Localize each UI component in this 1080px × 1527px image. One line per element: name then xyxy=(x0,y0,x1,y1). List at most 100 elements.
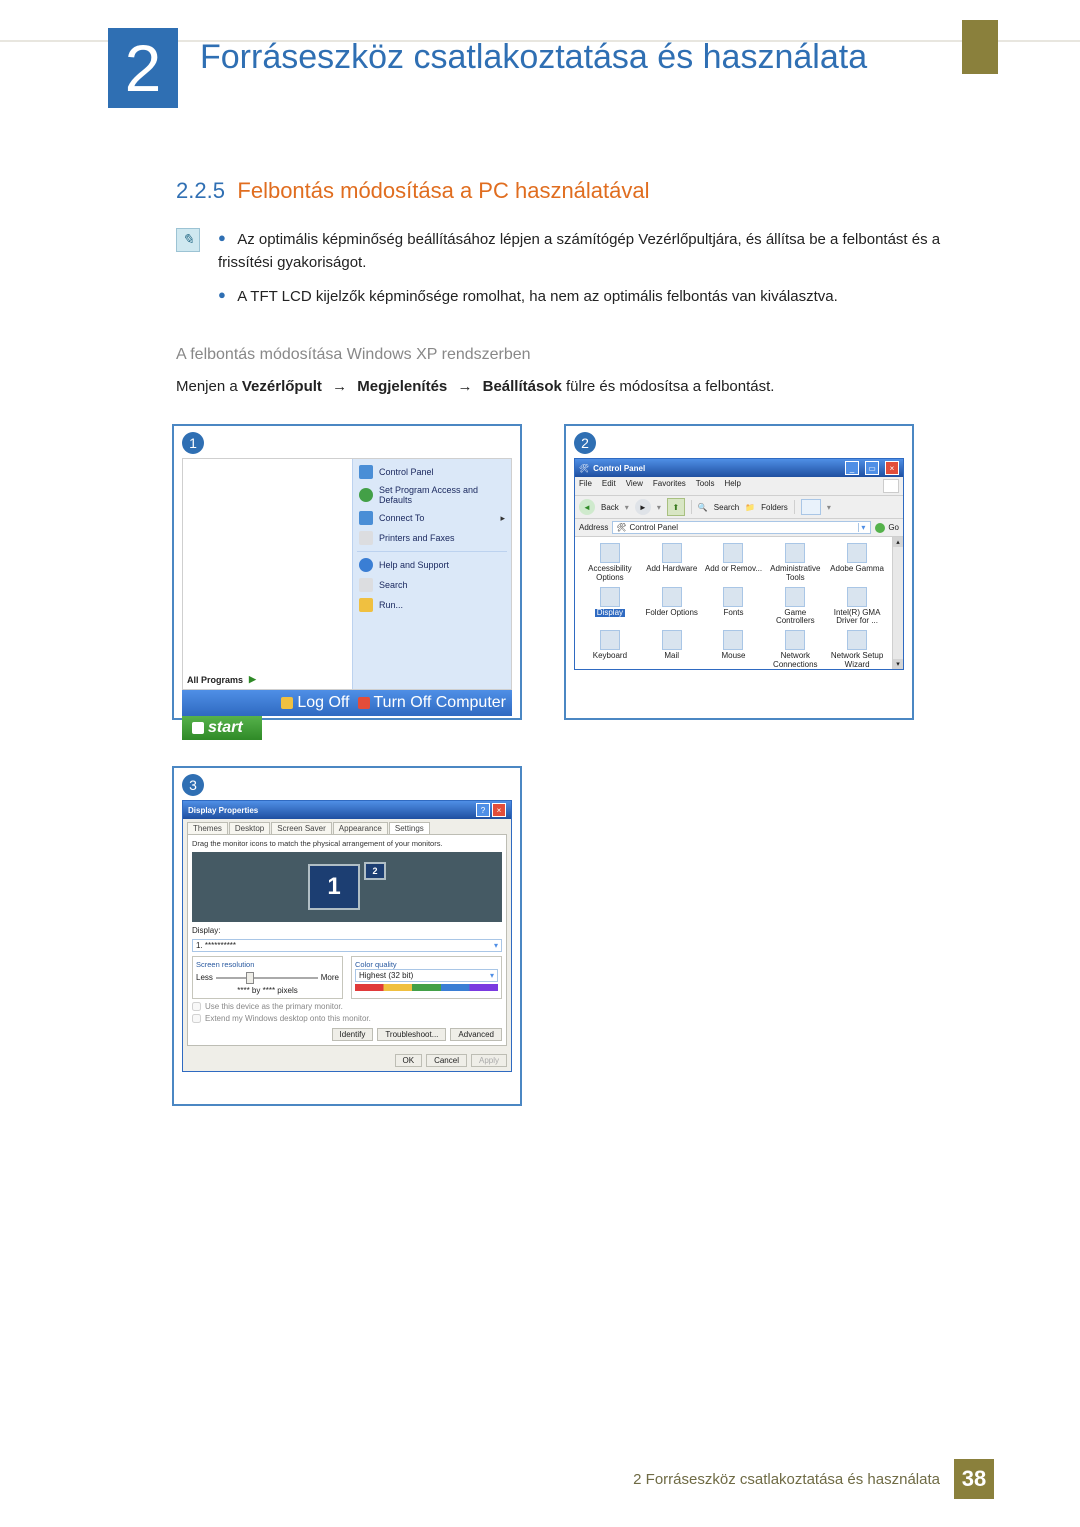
run-icon xyxy=(359,598,373,612)
up-button[interactable]: ⬆ xyxy=(667,498,685,516)
maximize-button[interactable]: ▭ xyxy=(865,461,879,475)
menu-edit[interactable]: Edit xyxy=(602,479,616,493)
dropdown-icon[interactable]: ▾ xyxy=(494,941,498,950)
scroll-down-button[interactable]: ▾ xyxy=(893,659,903,669)
start-button[interactable]: start xyxy=(182,716,262,740)
cp-item-icon xyxy=(600,543,620,563)
tab-screensaver[interactable]: Screen Saver xyxy=(271,822,331,834)
log-off-button[interactable]: Log Off xyxy=(281,694,349,712)
resolution-value: **** by **** pixels xyxy=(196,986,339,995)
close-button[interactable]: × xyxy=(492,803,506,817)
cp-icon[interactable]: Network Setup Wizard xyxy=(828,630,886,670)
menu-tools[interactable]: Tools xyxy=(696,479,715,493)
turn-off-button[interactable]: Turn Off Computer xyxy=(358,694,507,712)
menu-printers-faxes[interactable]: Printers and Faxes xyxy=(357,528,507,548)
tab-appearance[interactable]: Appearance xyxy=(333,822,388,834)
folders-button[interactable]: Folders xyxy=(761,503,788,512)
bullet-icon: ● xyxy=(218,230,226,245)
minimize-button[interactable]: _ xyxy=(845,461,859,475)
menu-control-panel[interactable]: Control Panel xyxy=(357,462,507,482)
display-select[interactable]: 1. ********** ▾ xyxy=(192,939,502,952)
cp-icon[interactable]: Network Connections xyxy=(766,630,824,670)
advanced-button[interactable]: Advanced xyxy=(450,1028,502,1041)
menu-help[interactable]: Help xyxy=(724,479,740,493)
view-button[interactable] xyxy=(801,499,821,515)
display-select-row: 1. ********** ▾ xyxy=(192,939,502,952)
start-menu-right: Control Panel Set Program Access and Def… xyxy=(352,459,511,689)
go-button[interactable]: Go xyxy=(875,523,899,533)
cp-icon[interactable]: Display xyxy=(581,587,639,627)
display-properties-window: Display Properties ? × Themes Desktop Sc… xyxy=(182,800,512,1072)
address-label: Address xyxy=(579,523,608,532)
cp-icon[interactable]: Folder Options xyxy=(643,587,701,627)
scroll-thumb[interactable] xyxy=(893,547,903,659)
cancel-button[interactable]: Cancel xyxy=(426,1054,467,1067)
all-programs[interactable]: All Programs ▶ xyxy=(187,674,348,685)
extend-desktop-checkbox[interactable]: Extend my Windows desktop onto this moni… xyxy=(192,1014,502,1023)
close-button[interactable]: × xyxy=(885,461,899,475)
power-icon xyxy=(358,697,370,709)
resolution-slider[interactable]: Less More xyxy=(196,973,339,982)
cp-item-label: Accessibility Options xyxy=(581,565,639,583)
cp-item-icon xyxy=(847,630,867,650)
page-footer: 2 Forráseszköz csatlakoztatása és haszná… xyxy=(633,1459,994,1499)
cp-icon[interactable]: Keyboard xyxy=(581,630,639,670)
path-a: Vezérlőpult xyxy=(242,378,322,395)
search-button[interactable]: Search xyxy=(714,503,739,512)
tab-desktop[interactable]: Desktop xyxy=(229,822,270,834)
window-titlebar[interactable]: Display Properties ? × xyxy=(183,801,511,819)
cp-icon[interactable]: Intel(R) GMA Driver for ... xyxy=(828,587,886,627)
troubleshoot-button[interactable]: Troubleshoot... xyxy=(377,1028,446,1041)
identify-button[interactable]: Identify xyxy=(332,1028,374,1041)
ok-button[interactable]: OK xyxy=(395,1054,423,1067)
tab-settings[interactable]: Settings xyxy=(389,822,430,834)
slider-track[interactable] xyxy=(216,977,318,979)
scrollbar[interactable]: ▴ ▾ xyxy=(892,537,903,669)
slider-thumb[interactable] xyxy=(246,972,254,984)
cp-icon[interactable]: Add or Remov... xyxy=(705,543,763,583)
settings-group: Screen resolution Less More **** by ****… xyxy=(192,956,502,999)
cp-item-icon xyxy=(662,630,682,650)
menu-favorites[interactable]: Favorites xyxy=(653,479,686,493)
menu-file[interactable]: File xyxy=(579,479,592,493)
menu-search[interactable]: Search xyxy=(357,575,507,595)
forward-button[interactable]: ► xyxy=(635,499,651,515)
cp-icon[interactable]: Accessibility Options xyxy=(581,543,639,583)
back-button[interactable]: ◄ xyxy=(579,499,595,515)
menu-run[interactable]: Run... xyxy=(357,595,507,615)
scroll-up-button[interactable]: ▴ xyxy=(893,537,903,547)
dropdown-icon[interactable]: ▾ xyxy=(858,523,867,532)
cp-icon[interactable]: Game Controllers xyxy=(766,587,824,627)
tab-themes[interactable]: Themes xyxy=(187,822,228,834)
color-quality-select[interactable]: Highest (32 bit) ▾ xyxy=(355,969,498,982)
checkbox[interactable] xyxy=(192,1002,201,1011)
apply-button[interactable]: Apply xyxy=(471,1054,507,1067)
monitor-2[interactable]: 2 xyxy=(364,862,386,880)
separator xyxy=(794,500,795,514)
dropdown-icon[interactable]: ▾ xyxy=(490,971,494,980)
cp-icon[interactable]: Administrative Tools xyxy=(766,543,824,583)
cp-icon[interactable]: Add Hardware xyxy=(643,543,701,583)
monitor-1[interactable]: 1 xyxy=(308,864,360,910)
window-titlebar[interactable]: 🛠 Control Panel _ ▭ × xyxy=(575,459,903,477)
menu-connect-to[interactable]: Connect To ▸ xyxy=(357,508,507,528)
checkbox[interactable] xyxy=(192,1014,201,1023)
log-off-icon xyxy=(281,697,293,709)
cp-icon[interactable]: Mouse xyxy=(705,630,763,670)
corner-accent xyxy=(962,20,998,74)
help-button[interactable]: ? xyxy=(476,803,490,817)
resolution-box: Screen resolution Less More **** by ****… xyxy=(192,956,343,999)
cp-icon[interactable]: Adobe Gamma xyxy=(828,543,886,583)
arrow-icon: → xyxy=(457,378,472,395)
primary-monitor-checkbox[interactable]: Use this device as the primary monitor. xyxy=(192,1002,502,1011)
bullet-icon: ● xyxy=(218,287,226,302)
address-field[interactable]: 🛠 Control Panel ▾ xyxy=(612,521,871,534)
menu-program-access[interactable]: Set Program Access and Defaults xyxy=(357,482,507,508)
windows-flag-icon xyxy=(192,722,204,734)
color-quality-row: Highest (32 bit) ▾ xyxy=(355,969,498,982)
cp-icon[interactable]: Mail xyxy=(643,630,701,670)
menu-help-support[interactable]: Help and Support xyxy=(357,555,507,575)
cp-icon[interactable]: Fonts xyxy=(705,587,763,627)
control-panel-icon xyxy=(359,465,373,479)
menu-view[interactable]: View xyxy=(626,479,643,493)
